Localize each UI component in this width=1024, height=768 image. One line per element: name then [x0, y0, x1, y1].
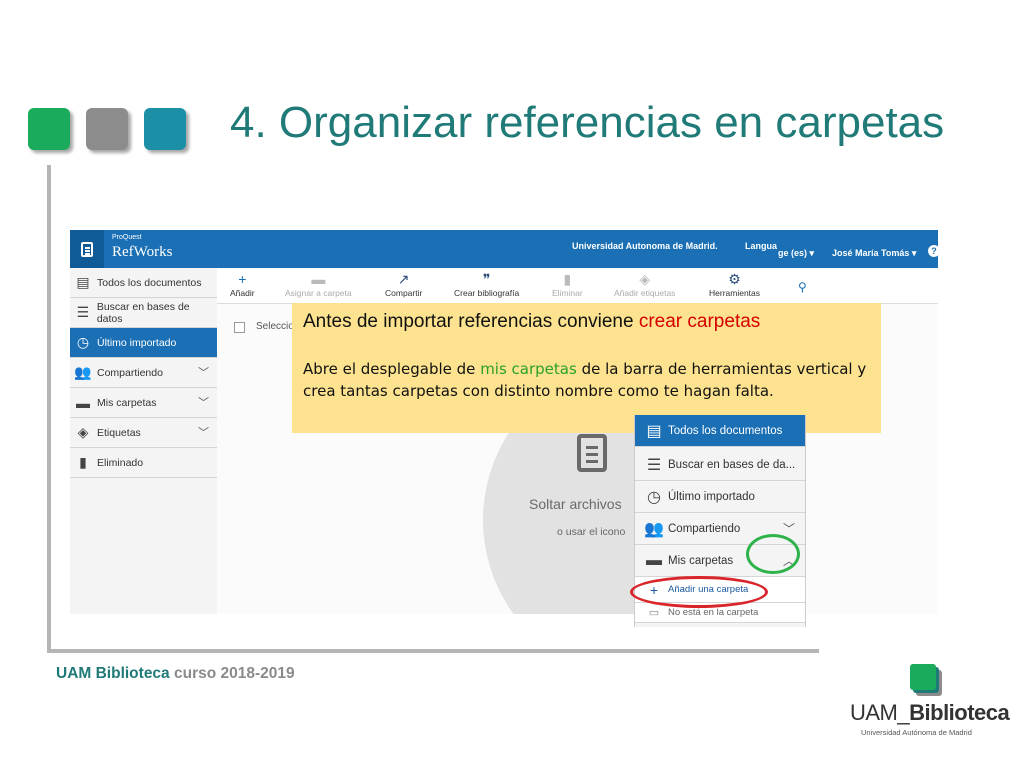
users-icon: 👥	[644, 520, 664, 538]
sidebar-item-my-folders[interactable]: ▬ Mis carpetas ﹀	[70, 388, 217, 418]
brand-small: ProQuest	[112, 234, 142, 241]
zoom-item-label: Mis carpetas	[668, 554, 734, 567]
search-icon[interactable]: ⚲	[798, 280, 807, 294]
sidebar-item-last-imported[interactable]: ◷ Último importado	[70, 328, 217, 358]
frame-left-line	[47, 165, 51, 653]
chevron-down-icon[interactable]: ﹀	[198, 394, 209, 410]
sidebar-item-label: Etiquetas	[97, 426, 141, 439]
chevron-down-icon[interactable]: ﹀	[198, 424, 209, 440]
document-icon: ▤	[646, 422, 662, 440]
zoom-item-search-databases[interactable]: ☰ Buscar en bases de da...	[635, 449, 805, 481]
sidebar-item-label: Compartiendo	[97, 366, 163, 379]
logo-subtitle: Universidad Autónoma de Madrid	[861, 728, 972, 737]
app-topbar: ProQuest RefWorks Universidad Autonoma d…	[70, 230, 938, 268]
delete-button[interactable]: ▮ Eliminar	[552, 270, 583, 298]
tag-icon: ◈	[77, 424, 89, 440]
tag-icon: ◈	[639, 271, 651, 287]
university-label: Universidad Autonoma de Madrid.	[572, 241, 718, 251]
callout-title: Antes de importar referencias conviene c…	[303, 311, 761, 332]
zoom-item-label: Todos los documentos	[668, 424, 783, 437]
sidebar-item-search-databases[interactable]: ☰ Buscar en bases de datos	[70, 298, 217, 328]
help-icon[interactable]: ?	[928, 245, 938, 257]
sidebar-item-label: Buscar en bases de datos	[96, 300, 190, 325]
not-in-folder-label: No está en la carpeta	[668, 607, 759, 618]
uam-biblioteca-logo: UAM_Biblioteca Universidad Autónoma de M…	[850, 664, 1010, 744]
add-tags-button[interactable]: ◈ Añadir etiquetas	[614, 270, 675, 298]
users-icon: 👥	[74, 364, 92, 380]
add-button[interactable]: + Añadir	[230, 270, 255, 298]
share-button[interactable]: ↗ Compartir	[385, 270, 422, 298]
share-icon: ↗	[397, 271, 410, 287]
sidebar: ▤ Todos los documentos ☰ Buscar en bases…	[70, 268, 217, 614]
callout-body: Abre el desplegable de mis carpetas de l…	[303, 360, 867, 400]
zoom-item-label: Último importado	[668, 490, 755, 503]
plus-icon: +	[238, 271, 247, 287]
folder-icon: ▬	[311, 271, 326, 287]
folder-icon: ▬	[76, 394, 90, 411]
zoom-item-all-documents[interactable]: ▤ Todos los documentos	[635, 415, 805, 447]
sidebar-item-all-documents[interactable]: ▤ Todos los documentos	[70, 268, 217, 298]
folder-outline-icon: ▭	[648, 607, 660, 619]
teal-square-decoration	[144, 108, 186, 150]
quote-icon: ❞	[482, 271, 491, 287]
toolbar: + Añadir ▬ Asignar a carpeta ↗ Compartir…	[217, 268, 938, 304]
user-menu[interactable]: José María Tomás ▾	[832, 248, 916, 259]
language-menu-tail[interactable]: ge (es) ▾	[778, 248, 814, 259]
slide: 4. Organizar referencias en carpetas Pro…	[0, 0, 1024, 768]
logo-text: UAM_Biblioteca	[850, 700, 1010, 725]
chevron-down-icon[interactable]: ﹀	[198, 364, 209, 380]
assign-folder-button[interactable]: ▬ Asignar a carpeta	[285, 270, 352, 298]
callout-body-highlight: mis carpetas	[480, 360, 577, 378]
database-icon: ☰	[76, 304, 90, 320]
trash-icon: ▮	[79, 454, 87, 470]
document-icon[interactable]	[70, 230, 104, 268]
tools-button[interactable]: ⚙ Herramientas	[709, 270, 760, 298]
sidebar-item-tags[interactable]: ◈ Etiquetas ﹀	[70, 418, 217, 448]
language-menu[interactable]: Langua	[745, 241, 777, 251]
sidebar-item-label: Mis carpetas	[97, 396, 157, 409]
document-icon	[577, 434, 607, 472]
brand-name[interactable]: RefWorks	[112, 244, 172, 261]
select-all-label: Seleccio	[256, 321, 294, 332]
document-icon: ▤	[76, 274, 90, 290]
gear-icon: ⚙	[728, 271, 741, 287]
sidebar-item-label: Todos los documentos	[97, 276, 202, 289]
logo-squares-icon	[910, 664, 936, 690]
zoom-item-last-imported[interactable]: ◷ Último importado	[635, 481, 805, 513]
zoom-item-label: Buscar en bases de da...	[668, 458, 796, 471]
select-all-checkbox[interactable]	[234, 322, 245, 333]
slide-title: 4. Organizar referencias en carpetas	[230, 98, 945, 147]
create-bibliography-button[interactable]: ❞ Crear bibliografía	[454, 270, 519, 298]
callout-highlight: crear carpetas	[638, 311, 761, 332]
clock-icon: ◷	[647, 488, 661, 506]
drop-zone-subtitle: o usar el icono	[557, 526, 626, 538]
clock-icon: ◷	[76, 334, 90, 350]
gray-square-decoration	[86, 108, 128, 150]
highlight-ring-red	[630, 576, 768, 608]
folder-icon: ▬	[646, 551, 662, 569]
drop-zone-title: Soltar archivos	[529, 496, 622, 512]
sidebar-item-label: Eliminado	[97, 456, 144, 469]
instruction-callout: Antes de importar referencias conviene c…	[292, 303, 881, 433]
sidebar-item-deleted[interactable]: ▮ Eliminado	[70, 448, 217, 478]
database-icon: ☰	[646, 456, 662, 474]
highlight-ring-green	[746, 534, 800, 574]
sidebar-item-sharing[interactable]: 👥 Compartiendo ﹀	[70, 358, 217, 388]
frame-bottom-line	[47, 649, 819, 653]
sidebar-item-label: Último importado	[97, 336, 177, 349]
chevron-down-icon[interactable]: ﹀	[783, 520, 795, 537]
footer-course: UAM Biblioteca curso 2018-2019	[56, 665, 295, 682]
zoom-item-label: Compartiendo	[668, 522, 741, 535]
green-square-decoration	[28, 108, 70, 150]
trash-icon: ▮	[563, 271, 572, 287]
